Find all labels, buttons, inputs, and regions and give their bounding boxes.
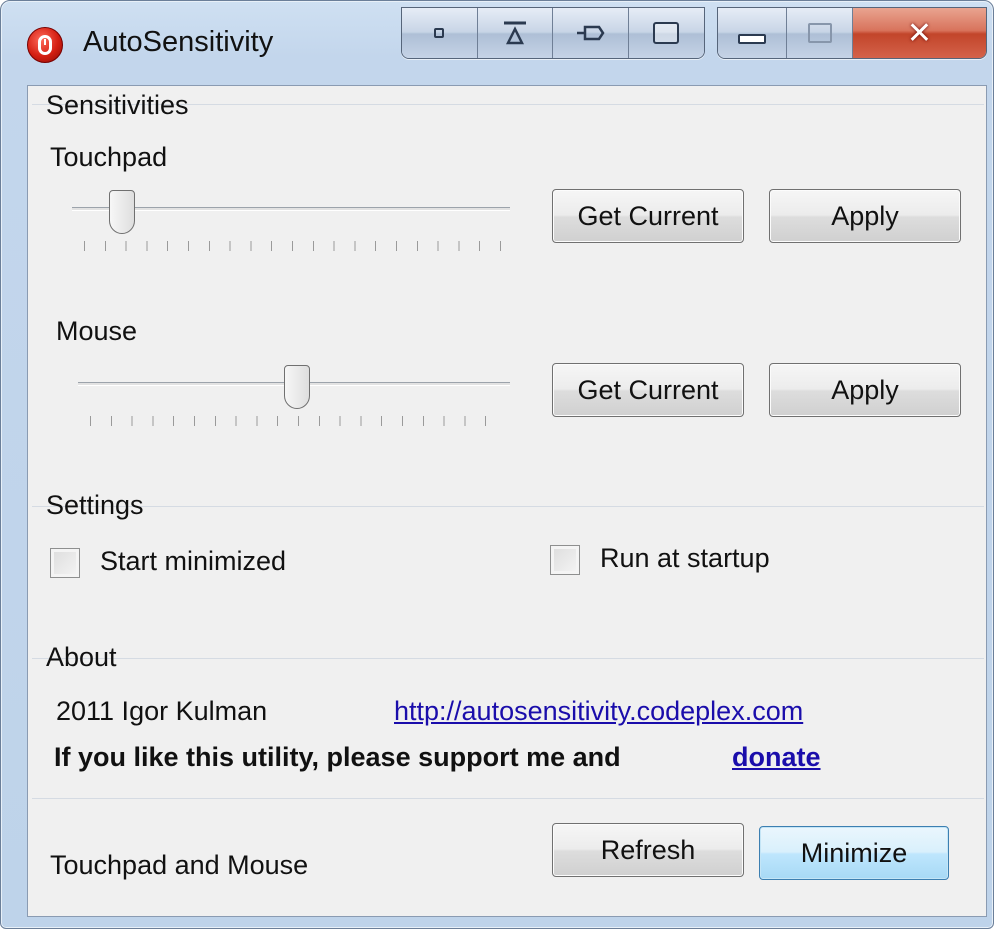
website-link[interactable]: http://autosensitivity.codeplex.com [394,696,803,727]
close-icon[interactable]: ✕ [853,8,986,58]
support-text: If you like this utility, please support… [54,742,621,772]
start-minimized-checkbox[interactable] [50,548,80,578]
minimize-button[interactable]: Minimize [759,826,949,880]
maximize-icon[interactable] [787,8,853,58]
mouse-get-current-button[interactable]: Get Current [552,363,744,417]
mouse-slider-thumb[interactable] [284,365,310,409]
extra-caption-buttons [401,7,705,59]
touchpad-slider-ticks [84,241,504,251]
copyright-text: 2011 Igor Kulman [56,696,268,726]
sensitivities-group-title: Sensitivities [46,90,189,120]
touchpad-apply-button[interactable]: Apply [769,189,961,243]
client-area: Sensitivities Touchpad Get Current Apply… [27,85,987,917]
caption-window-icon[interactable] [628,8,704,58]
minimize-icon[interactable] [718,8,788,58]
caption-pin-icon[interactable] [477,8,553,58]
start-minimized-label[interactable]: Start minimized [100,546,286,577]
mouse-apply-button[interactable]: Apply [769,363,961,417]
status-text: Touchpad and Mouse [50,850,309,880]
touchpad-slider-thumb[interactable] [108,190,135,234]
caption-pushpin-icon[interactable] [553,8,629,58]
about-group-title: About [46,642,117,672]
app-window: AutoSensitivity ✕ Sensitivities Touchpad… [0,0,994,929]
touchpad-get-current-button[interactable]: Get Current [552,189,744,243]
window-control-buttons: ✕ [717,7,987,59]
title-bar[interactable]: AutoSensitivity ✕ [1,1,994,85]
window-title: AutoSensitivity [83,26,274,58]
touchpad-slider-track[interactable] [72,207,510,211]
mouse-slider-ticks [90,416,504,426]
touchpad-label: Touchpad [50,142,168,172]
mouse-label: Mouse [56,316,138,346]
run-at-startup-checkbox[interactable] [550,545,580,575]
caption-dot-icon[interactable] [402,8,478,58]
app-mouse-icon[interactable] [27,27,63,63]
about-group [32,658,984,798]
footer-divider [32,798,984,799]
donate-link[interactable]: donate [732,742,821,773]
refresh-button[interactable]: Refresh [552,823,744,877]
run-at-startup-label[interactable]: Run at startup [600,543,770,574]
settings-group-title: Settings [46,490,144,520]
